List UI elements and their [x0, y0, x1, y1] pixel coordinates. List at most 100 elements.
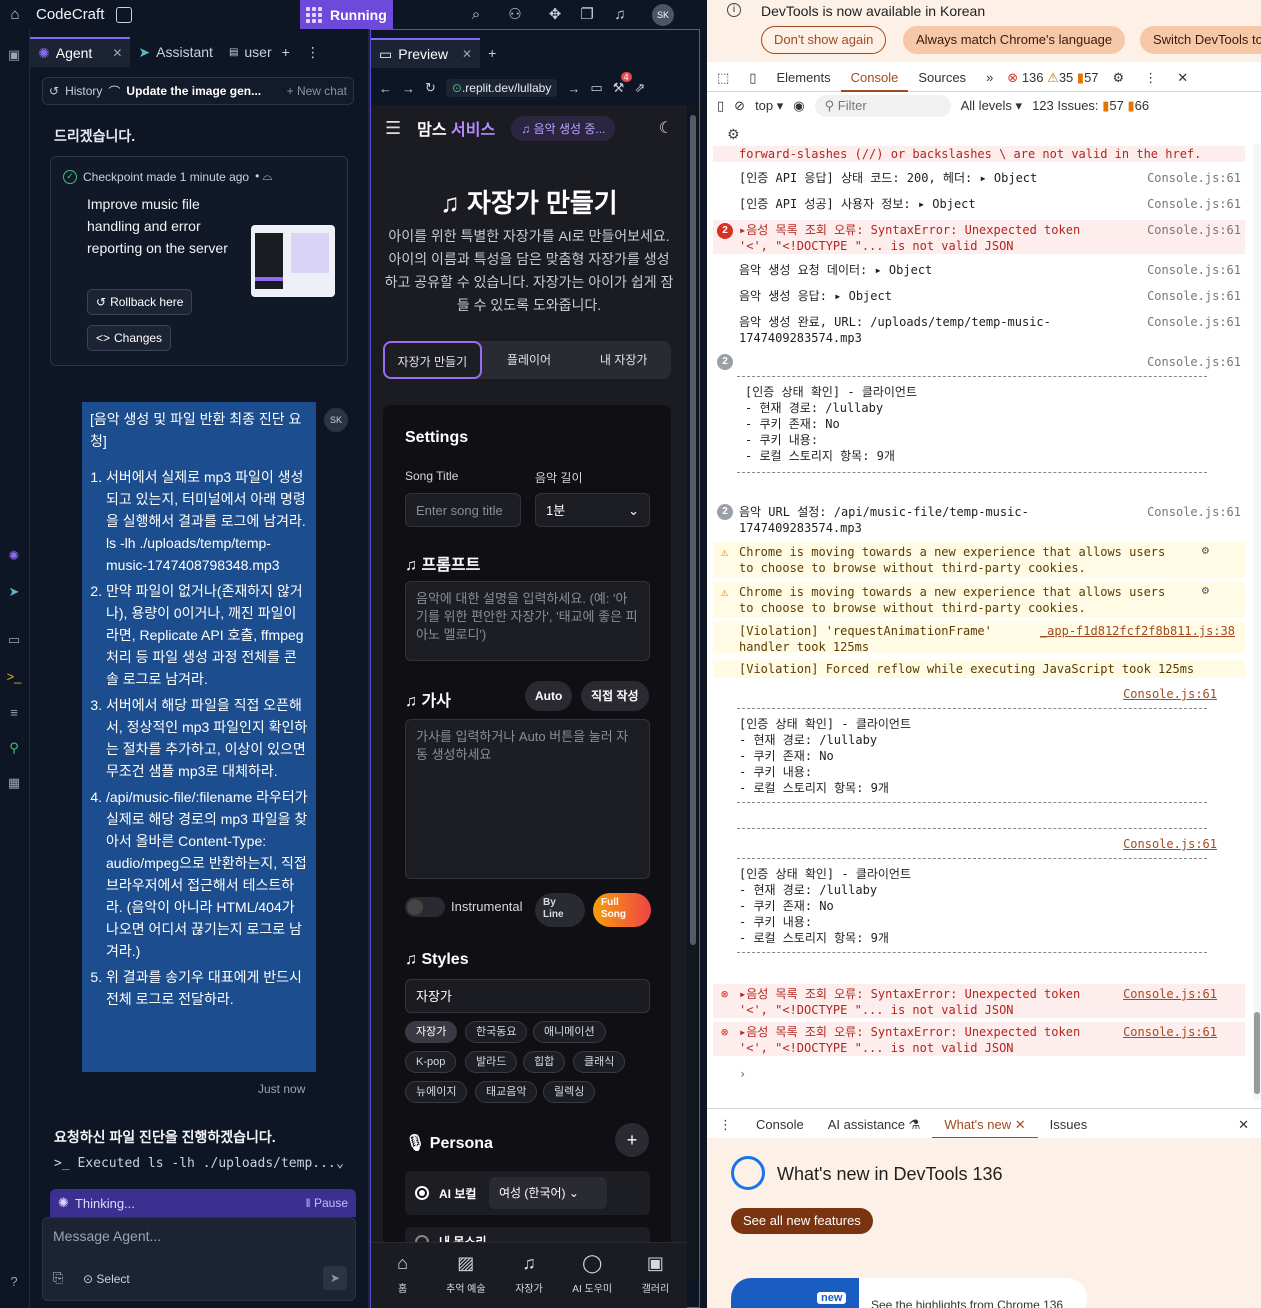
style-chip[interactable]: 힙합 [523, 1051, 566, 1073]
log-source-link[interactable]: Console.js:61 [1147, 170, 1241, 186]
console-violation-row[interactable]: [Violation] Forced reflow while executin… [713, 660, 1245, 678]
nav-lullaby[interactable]: ♫ 자장가 [497, 1243, 560, 1308]
context-select[interactable]: top ▾ [755, 98, 783, 114]
user-avatar[interactable]: SK [652, 4, 674, 26]
log-source-link[interactable]: _app-f1d812fcf2f8b811.js:38 [1040, 623, 1235, 639]
console-log-row[interactable]: 음악 생성 응답: ▸ Object Console.js:61 [713, 288, 1245, 304]
dont-show-again-button[interactable]: Don't show again [761, 26, 887, 54]
add-persona-button[interactable]: + [615, 1123, 649, 1157]
reload-icon[interactable]: ↻ [425, 80, 436, 96]
tab-agent[interactable]: ✺ Agent ✕ [30, 37, 131, 67]
auto-button[interactable]: Auto [525, 681, 573, 711]
clear-console-icon[interactable]: ⊘ [734, 98, 745, 114]
eye-icon[interactable]: ◉ [793, 98, 804, 114]
drawer-menu-icon[interactable]: ⋮ [707, 1109, 744, 1139]
menu-icon[interactable]: ☰ [385, 118, 401, 139]
open-external-icon[interactable]: ⇗ [634, 80, 645, 96]
forward-icon[interactable]: → [402, 81, 415, 96]
attach-icon[interactable]: ⎘ [53, 1270, 63, 1286]
filter-input[interactable]: ⚲ Filter [814, 95, 951, 117]
help-icon[interactable]: ? [4, 1272, 24, 1292]
prompt-textarea[interactable]: 음악에 대한 설명을 입력하세요. (예: '아기를 위한 편안한 자장가', … [405, 581, 650, 661]
style-chip[interactable]: 클래식 [573, 1051, 626, 1073]
pause-button[interactable]: ‖ Pause [306, 1196, 348, 1210]
devices-icon[interactable]: ▭ [590, 80, 602, 96]
deploy-icon[interactable]: ✥ [545, 5, 565, 25]
log-source-link[interactable]: Console.js:61 [1123, 836, 1217, 852]
drawer-tab-console[interactable]: Console [744, 1109, 816, 1139]
send-icon[interactable]: ➤ [323, 1266, 347, 1290]
console-log-row[interactable]: [인증 API 성공] 사용자 정보: ▸ Object Console.js:6… [713, 196, 1245, 212]
nav-memory-art[interactable]: ▨ 추억 예술 [434, 1243, 497, 1308]
notification-bell-icon[interactable]: ♫ [610, 5, 630, 25]
drawer-tab-issues[interactable]: Issues [1038, 1109, 1100, 1139]
tab-elements[interactable]: Elements [766, 62, 840, 92]
console-log-row[interactable]: [인증 API 응답] 상태 코드: 200, 헤더: ▸ Object Cons… [713, 170, 1245, 186]
song-title-input[interactable]: Enter song title [405, 493, 521, 527]
inspect-icon[interactable]: ⬚ [707, 62, 739, 92]
close-icon[interactable]: ✕ [1015, 1117, 1026, 1132]
log-source-link[interactable]: Console.js:61 [1147, 504, 1241, 520]
console-settings-icon[interactable]: ⚙ [727, 126, 740, 143]
url-field[interactable]: ⊙.replit.dev/lullaby [445, 79, 558, 97]
length-select[interactable]: 1분 ⌄ [535, 493, 650, 527]
tab-my-lullabies[interactable]: 내 자장가 [576, 341, 671, 379]
close-icon[interactable]: ✕ [112, 46, 122, 60]
running-button[interactable]: Running [300, 0, 393, 29]
nav-gallery[interactable]: ▣ 갤러리 [624, 1243, 687, 1308]
shell-icon[interactable]: >_ [4, 667, 24, 687]
cookie-icon[interactable]: ⚙ [1202, 542, 1209, 558]
project-menu-icon[interactable] [116, 6, 133, 23]
tab-console[interactable]: Console [840, 62, 909, 92]
match-language-button[interactable]: Always match Chrome's language [903, 26, 1126, 54]
tab-player[interactable]: 플레이어 [482, 341, 577, 379]
app-viewport[interactable]: ☰ 맘스 서비스 ♫ 음악 생성 중... ☾ ♫ 자장가 만들기 아이를 위한… [371, 105, 687, 1280]
style-chip[interactable]: 한국동요 [465, 1021, 528, 1043]
tab-sources[interactable]: Sources [908, 62, 976, 92]
by-line-button[interactable]: By Line [535, 893, 585, 927]
tab-preview[interactable]: ▭ Preview ✕ [371, 38, 481, 68]
log-source-link[interactable]: Console.js:61 [1147, 262, 1241, 278]
style-chip[interactable]: 자장가 [405, 1021, 458, 1043]
sidebar-icon[interactable]: ▯ [717, 98, 724, 114]
scrollbar-thumb[interactable] [690, 115, 696, 945]
instrumental-toggle[interactable] [405, 897, 445, 917]
console-error-row[interactable]: 2 ▸음성 목록 조회 오류: SyntaxError: Unexpected t… [713, 220, 1245, 254]
voice-select[interactable]: 여성 (한국어) ⌄ [489, 1177, 607, 1209]
all-tools-icon[interactable]: ▦ [4, 773, 24, 793]
persona-option-ai[interactable]: AI 보컬 여성 (한국어) ⌄ [405, 1171, 650, 1215]
log-source-link[interactable]: Console.js:61 [1147, 196, 1241, 212]
changes-button[interactable]: <> Changes [87, 325, 172, 351]
log-source-link[interactable]: Console.js:61 [1123, 986, 1217, 1002]
invite-user-icon[interactable]: ⚇ [505, 5, 525, 25]
current-chat-title[interactable]: Update the image gen... [126, 84, 261, 98]
rollback-button[interactable]: ↺ Rollback here [87, 289, 193, 315]
style-input[interactable]: 자장가 [405, 979, 650, 1013]
tab-user[interactable]: ▤ user [221, 37, 274, 67]
console-log-row[interactable]: 2 음악 URL 설정: /api/music-file/temp-music-1… [713, 504, 1245, 540]
preview-icon[interactable]: ▭ [4, 630, 24, 650]
style-chip[interactable]: 뉴에이지 [405, 1081, 468, 1103]
style-chip[interactable]: K-pop [405, 1051, 457, 1073]
sidebar-toggle-icon[interactable]: ▣ [4, 45, 24, 65]
devtools-icon[interactable]: ⚒ 4 [613, 72, 632, 96]
log-source-link[interactable]: Console.js:61 [1123, 686, 1217, 702]
new-tab-button[interactable]: + [480, 38, 504, 68]
theme-toggle-icon[interactable]: ☾ [659, 118, 673, 138]
close-devtools-icon[interactable]: ✕ [1167, 62, 1198, 92]
tab-menu-icon[interactable]: ⋮ [298, 37, 328, 67]
log-source-link[interactable]: Console.js:61 [1147, 222, 1241, 238]
log-source-link[interactable]: Console.js:61 [1123, 1024, 1217, 1040]
drawer-tab-ai-assistance[interactable]: AI assistance ⚗ [816, 1109, 933, 1139]
console-violation-row[interactable]: [Violation] 'requestAnimationFrame' hand… [713, 621, 1245, 654]
console-warning-row[interactable]: ⚠ Chrome is moving towards a new experien… [713, 542, 1245, 578]
database-icon[interactable]: ≡ [4, 703, 24, 723]
executed-command[interactable]: >_ Executed ls -lh ./uploads/temp... ⌄ [54, 1156, 344, 1171]
style-chip[interactable]: 발라드 [465, 1051, 518, 1073]
agent-icon[interactable]: ✺ [4, 546, 24, 566]
issues-counter[interactable]: 123 Issues: ▮57 ▮66 [1032, 98, 1149, 114]
console-scrollbar[interactable] [1253, 144, 1261, 1100]
console-log-group[interactable]: Console.js:61 [인증 상태 확인] - 클라이언트 - 현재 경로… [713, 686, 1245, 812]
search-icon[interactable]: ⌕ [466, 5, 486, 25]
checkpoint-preview-icon[interactable]: • ⌓ [255, 169, 272, 184]
